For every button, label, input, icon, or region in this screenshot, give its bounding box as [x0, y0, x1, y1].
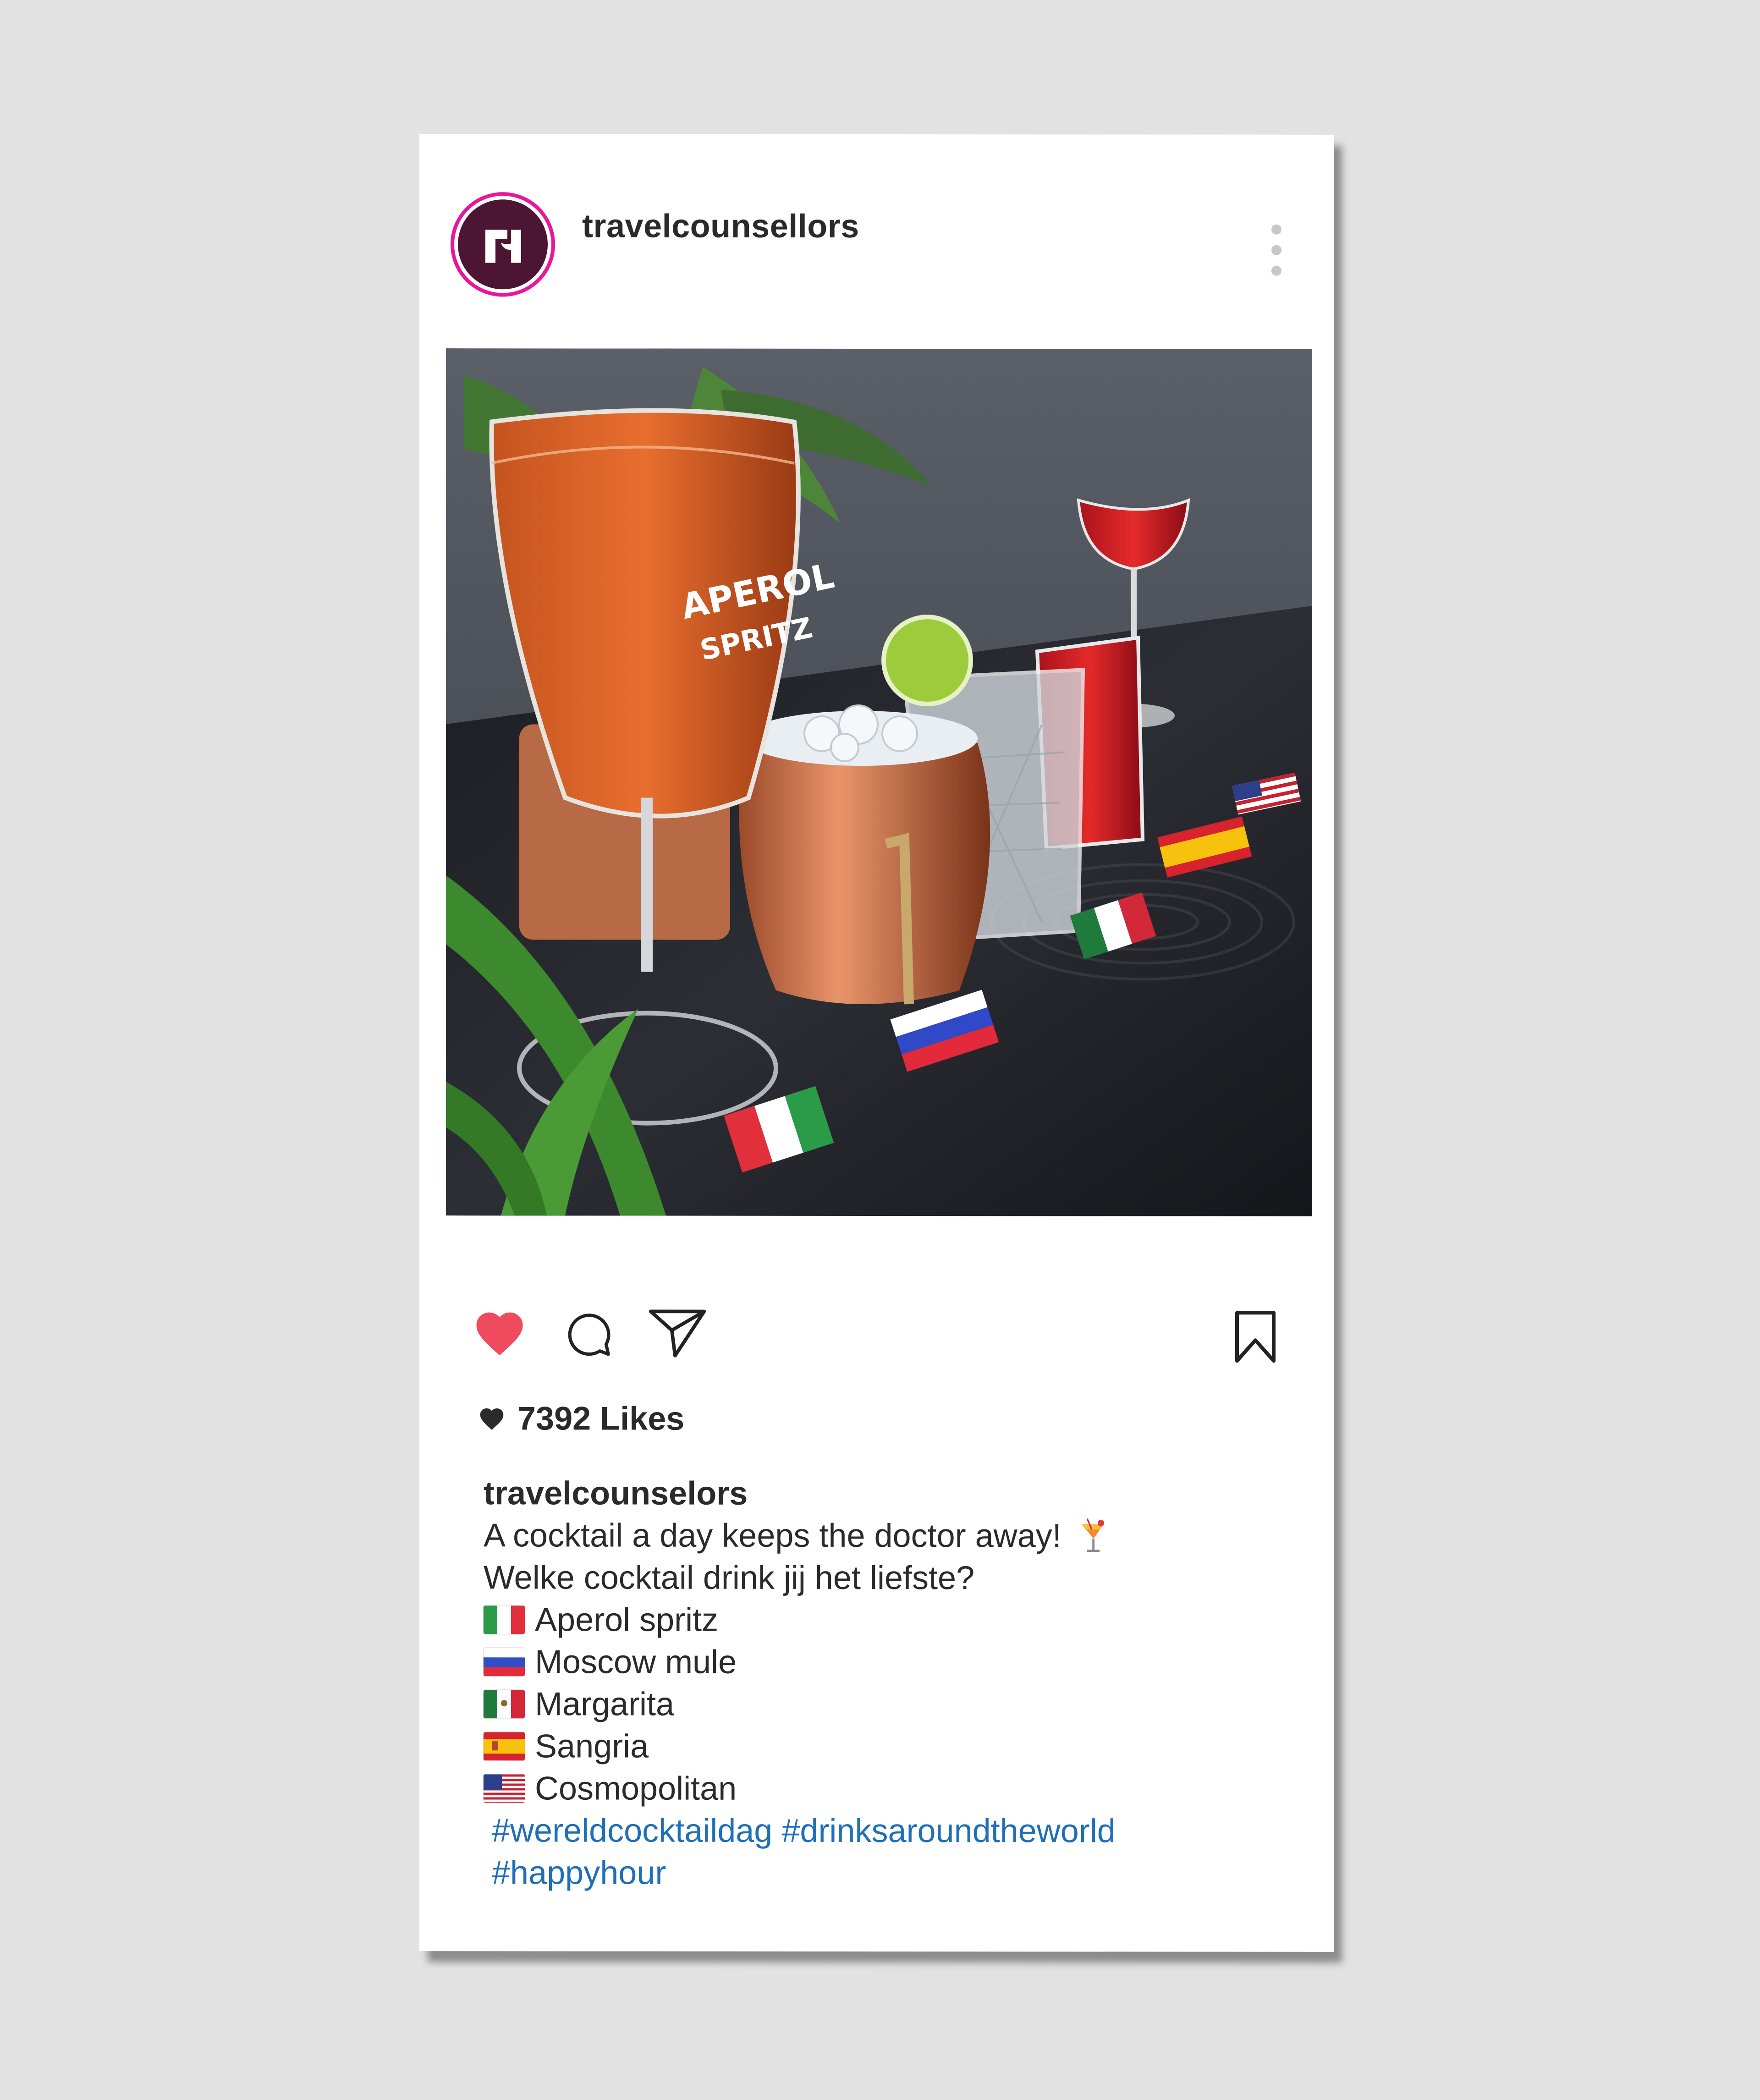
heart-icon[interactable] [471, 1306, 528, 1359]
instagram-post-card: travelcounsellors APEROL SPRITZ 7392 Lik… [419, 134, 1334, 1952]
post-caption: travelcounselors A cocktail a day keeps … [484, 1472, 1299, 1895]
tropical-drink-icon [1080, 1518, 1106, 1553]
russia-flag-icon [484, 1648, 525, 1677]
comment-icon[interactable] [564, 1309, 613, 1359]
profile-avatar[interactable] [451, 192, 555, 297]
post-image[interactable]: APEROL SPRITZ [446, 348, 1312, 1216]
italy-flag-icon [484, 1605, 525, 1634]
caption-item: Aperol spritz [484, 1599, 1299, 1642]
more-options-icon[interactable] [1267, 224, 1286, 276]
caption-username[interactable]: travelcounselors [484, 1472, 1299, 1515]
caption-line: Welke cocktail drink jij het liefste? [484, 1559, 975, 1597]
mexico-flag-icon [484, 1690, 525, 1719]
likes-text: 7392 Likes [517, 1400, 685, 1437]
likes-count[interactable]: 7392 Likes [478, 1400, 684, 1437]
hashtags-line[interactable]: #happyhour [484, 1852, 1299, 1895]
usa-flag-icon [484, 1774, 525, 1803]
caption-line: A cocktail a day keeps the doctor away! [484, 1514, 1299, 1557]
caption-item: Moscow mule [484, 1641, 1299, 1684]
post-actions-bar [419, 1298, 1334, 1372]
caption-item: Cosmopolitan [484, 1767, 1299, 1810]
post-header: travelcounsellors [419, 134, 1334, 346]
brand-logo [458, 199, 548, 290]
logo-mark-icon [485, 230, 521, 263]
caption-item: Margarita [484, 1683, 1299, 1726]
cocktails-photo: APEROL SPRITZ [446, 348, 1312, 1216]
spain-flag-icon [484, 1732, 525, 1761]
post-username[interactable]: travelcounsellors [582, 207, 859, 245]
bookmark-icon[interactable] [1231, 1308, 1280, 1365]
caption-item: Sangria [484, 1725, 1299, 1768]
hashtags-line[interactable]: #wereldcocktaildag #drinksaroundtheworld [484, 1809, 1299, 1853]
share-icon[interactable] [646, 1307, 708, 1361]
small-heart-icon [480, 1408, 504, 1430]
